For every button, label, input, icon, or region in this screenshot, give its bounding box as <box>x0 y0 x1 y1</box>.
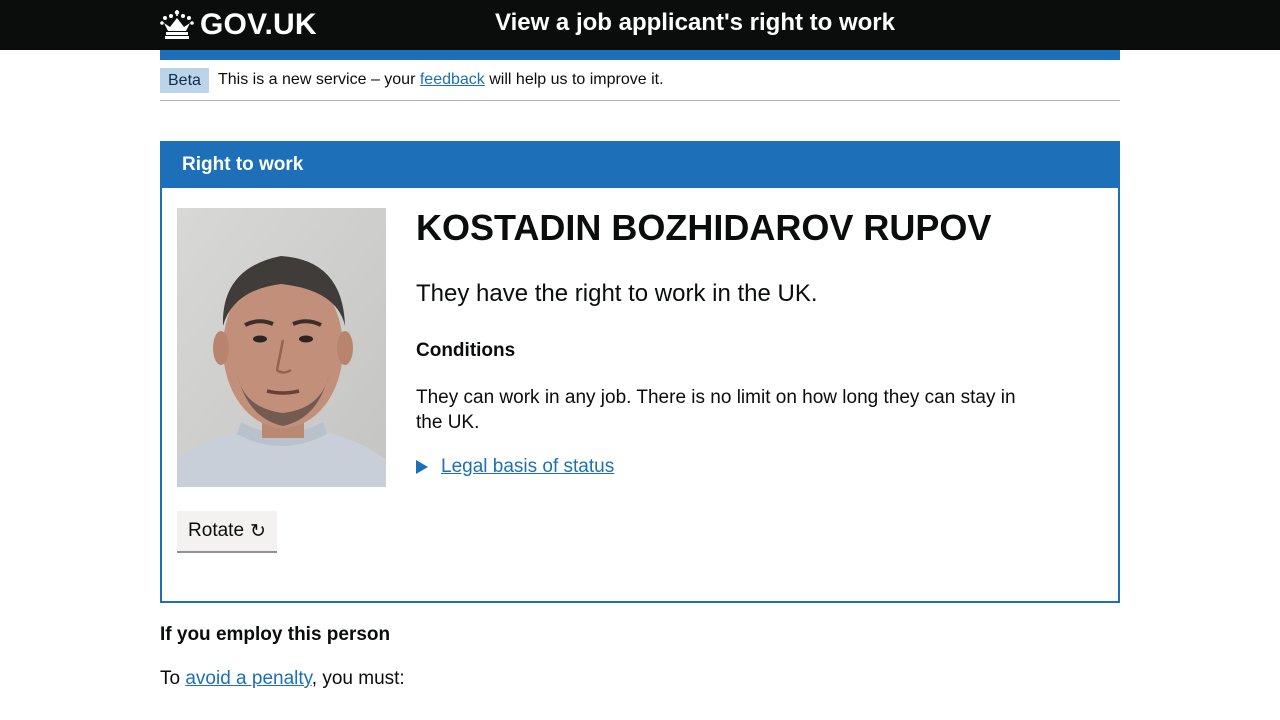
applicant-name: KOSTADIN BOZHIDAROV RUPOV <box>416 207 992 248</box>
card-header: Right to work <box>162 143 1118 188</box>
phase-banner: Beta This is a new service – your feedba… <box>160 68 1120 101</box>
rotate-button-label: Rotate <box>188 520 245 541</box>
applicant-photo <box>177 208 386 487</box>
applicant-photo-image <box>177 208 386 487</box>
header-blue-bar <box>160 50 1120 60</box>
phase-text-before: This is a new service – your <box>218 71 416 88</box>
legal-basis-details[interactable]: Legal basis of status <box>416 456 614 478</box>
rotate-button[interactable]: Rotate ↻ <box>177 511 277 551</box>
conditions-text: They can work in any job. There is no li… <box>416 387 1016 433</box>
right-to-work-status: They have the right to work in the UK. <box>416 280 818 307</box>
conditions-heading: Conditions <box>416 340 516 361</box>
crown-icon <box>160 10 194 39</box>
govuk-logo-link[interactable]: GOV.UK <box>160 6 317 44</box>
penalty-text-after: , you must: <box>311 668 405 689</box>
phase-tag: Beta <box>160 68 209 93</box>
rotate-icon: ↻ <box>250 520 266 542</box>
employ-heading: If you employ this person <box>160 624 391 645</box>
legal-basis-link[interactable]: Legal basis of status <box>441 456 614 478</box>
phase-banner-text: This is a new service – your feedback wi… <box>218 70 664 90</box>
phase-text-after: will help us to improve it. <box>489 71 664 88</box>
penalty-paragraph: To avoid a penalty, you must: <box>160 668 405 690</box>
feedback-link[interactable]: feedback <box>420 71 485 88</box>
avoid-penalty-link[interactable]: avoid a penalty <box>185 668 311 689</box>
penalty-text-before: To <box>160 668 181 689</box>
site-header: GOV.UK View a job applicant's right to w… <box>0 0 1280 50</box>
logo-text: GOV.UK <box>200 8 317 41</box>
service-name-link[interactable]: View a job applicant's right to work <box>495 9 895 37</box>
card-title: Right to work <box>182 154 304 175</box>
right-to-work-card: Right to work Rotate ↻ KOSTADIN BOZHIDAR… <box>160 141 1120 603</box>
expand-triangle-icon[interactable] <box>416 460 428 474</box>
